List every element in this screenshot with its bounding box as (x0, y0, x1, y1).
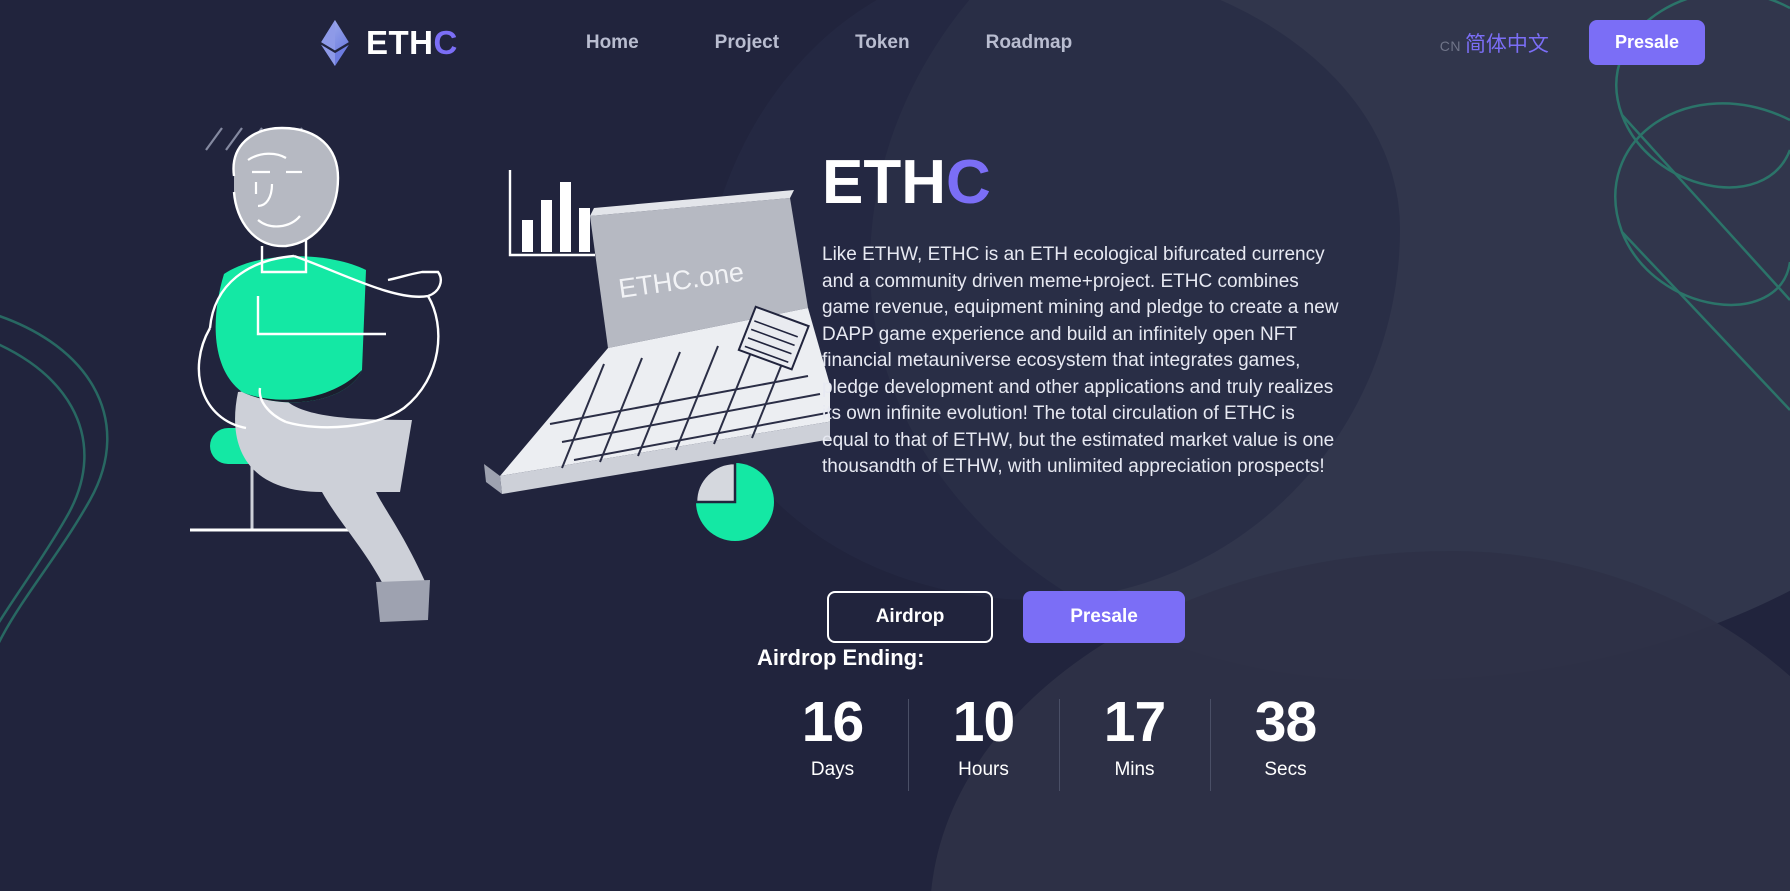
countdown-mins-value: 17 (1103, 690, 1166, 754)
countdown-unit-days: 16 Days (757, 690, 908, 781)
bar-chart-icon (508, 170, 595, 257)
brand-name-accent: C (433, 24, 458, 61)
language-switcher[interactable]: CN 简体中文 (1440, 28, 1549, 58)
hero-illustration: ETHC.one (190, 126, 830, 622)
brand-name-main: ETH (366, 24, 434, 61)
countdown-hours-label: Hours (958, 758, 1009, 780)
countdown-days-value: 16 (801, 690, 864, 754)
airdrop-button[interactable]: Airdrop (827, 591, 993, 643)
countdown-unit-secs: 38 Secs (1210, 690, 1361, 791)
countdown-secs-value: 38 (1254, 690, 1317, 754)
page-root: ETHC Home Project Token Roadmap CN 简体中文 … (0, 0, 1790, 891)
header-presale-button[interactable]: Presale (1588, 20, 1705, 65)
brand-logo-link[interactable]: ETHC (316, 19, 458, 66)
nav-item-home[interactable]: Home (548, 32, 677, 54)
countdown-secs-label: Secs (1264, 758, 1307, 780)
countdown-unit-hours: 10 Hours (908, 690, 1059, 791)
ethereum-diamond-icon (321, 19, 349, 66)
hero-title-main: ETH (822, 148, 946, 217)
countdown-hours-value: 10 (952, 690, 1015, 754)
main-navigation: Home Project Token Roadmap (548, 32, 1110, 54)
language-code: CN (1439, 37, 1461, 54)
hero-description: Like ETHW, ETHC is an ETH ecological bif… (822, 244, 1339, 477)
person-illustration (197, 126, 442, 622)
brand-name: ETHC (366, 26, 458, 59)
hero-title-accent: C (946, 148, 991, 217)
nav-item-project[interactable]: Project (677, 32, 817, 54)
language-label: 简体中文 (1464, 32, 1549, 56)
countdown-days-label: Days (810, 758, 855, 780)
airdrop-countdown: Airdrop Ending: 16 Days 10 Hours 17 Mins… (757, 645, 1361, 791)
pie-chart-icon (694, 461, 774, 541)
nav-item-roadmap[interactable]: Roadmap (948, 32, 1111, 54)
hero-section: ETHC Like ETHW, ETHC is an ETH ecologica… (822, 152, 1352, 481)
hero-title: ETHC (822, 152, 1352, 214)
countdown-unit-mins: 17 Mins (1059, 690, 1210, 791)
nav-item-token[interactable]: Token (817, 32, 948, 54)
countdown-units: 16 Days 10 Hours 17 Mins 38 Secs (757, 690, 1361, 791)
hero-presale-button[interactable]: Presale (1023, 591, 1185, 643)
countdown-label: Airdrop Ending: (757, 645, 925, 670)
site-header: ETHC Home Project Token Roadmap CN 简体中文 … (0, 0, 1790, 85)
hero-cta-row: Airdrop Presale (827, 591, 1185, 643)
countdown-mins-label: Mins (1114, 758, 1155, 780)
header-right-group: CN 简体中文 Presale (1440, 20, 1705, 65)
